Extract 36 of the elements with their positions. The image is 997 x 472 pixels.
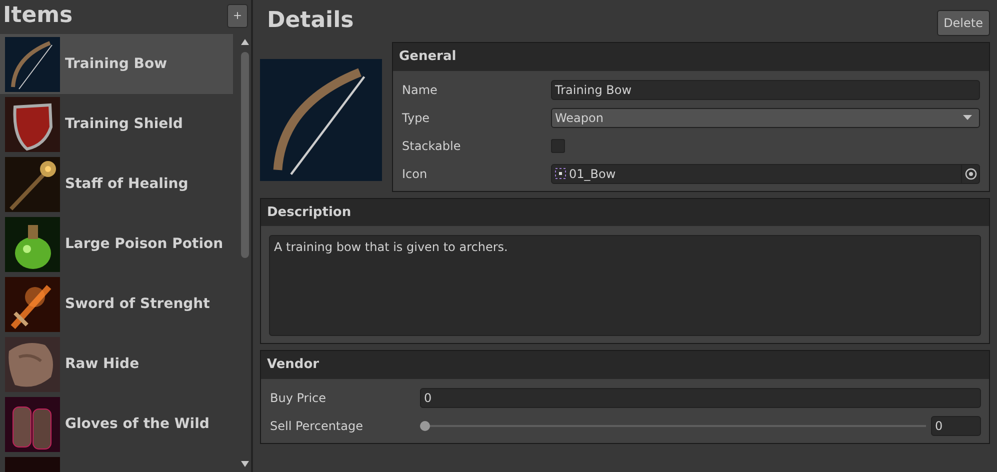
section-header: General (393, 43, 989, 70)
section-header: Vendor (261, 351, 989, 378)
scrollbar-thumb[interactable] (241, 52, 249, 258)
field-label: Icon (402, 166, 428, 182)
field-value: 01_Bow (569, 166, 616, 182)
field-label: Stackable (402, 138, 462, 154)
caret-icon (963, 115, 972, 120)
field-label: Type (402, 110, 431, 126)
item-row[interactable]: Gloves of the Wild (0, 394, 233, 454)
slider-thumb[interactable] (420, 420, 430, 430)
section-header: Description (261, 198, 989, 226)
description-field[interactable]: A training bow that is given to archers. (269, 235, 981, 336)
panel-title: Items (3, 5, 73, 27)
field-label: Name (402, 82, 438, 98)
target-icon[interactable] (961, 164, 979, 182)
sell-percentage-field[interactable]: 0 (931, 416, 981, 436)
item-row[interactable]: Training Bow (0, 34, 233, 94)
field-label: Sell Percentage (270, 418, 364, 434)
field-label: Buy Price (270, 390, 328, 406)
icon-field[interactable]: 01_Bow (551, 164, 980, 184)
buy-price-field[interactable]: 0 (420, 388, 981, 408)
add-button[interactable]: + (227, 4, 248, 28)
item-row[interactable]: Training Shield (0, 94, 233, 154)
details-title: Details (267, 10, 354, 32)
item-row[interactable]: Staff of Healing (0, 154, 233, 214)
scroll-down-icon[interactable] (241, 461, 249, 467)
item-row[interactable]: Large Poison Potion (0, 214, 233, 274)
stackable-checkbox[interactable] (551, 138, 565, 152)
sprite-icon (555, 168, 566, 179)
item-row[interactable]: Raw Hide (0, 334, 233, 394)
item-row[interactable]: Sword of Strenght (0, 274, 233, 334)
slider-track[interactable] (420, 420, 926, 432)
name-field[interactable]: Training Bow (551, 80, 980, 100)
type-dropdown[interactable]: Weapon (551, 108, 980, 128)
delete-button[interactable]: Delete (936, 10, 990, 36)
scroll-up-icon[interactable] (241, 39, 249, 46)
